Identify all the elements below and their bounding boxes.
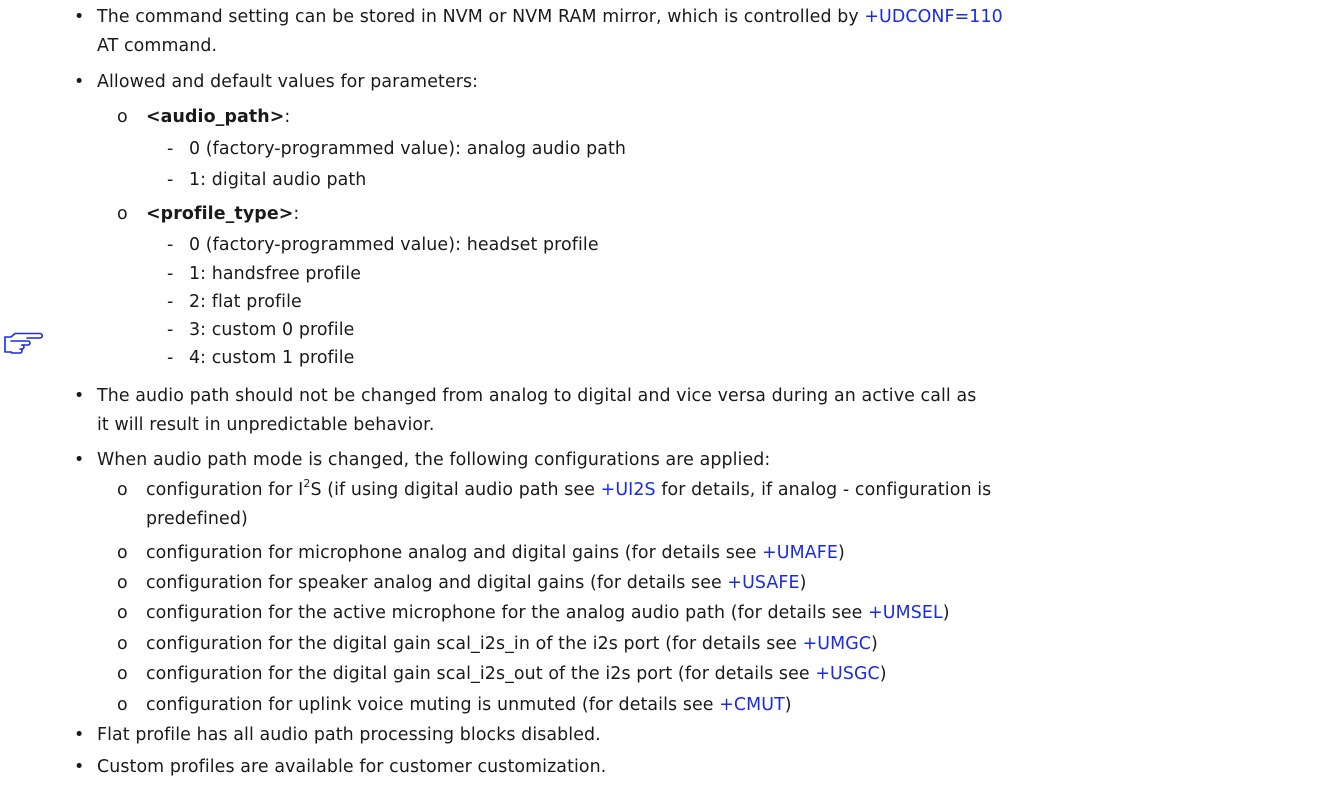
config-item: configuration for speaker analog and dig… [146, 571, 806, 595]
custom-profile-note: Custom profiles are available for custom… [97, 757, 607, 777]
dash-marker: - [167, 320, 174, 340]
audio-path-param: <audio_path>: [146, 105, 290, 129]
link-umsel[interactable]: +UMSEL [868, 603, 943, 623]
config-item: configuration for the active microphone … [146, 601, 950, 625]
profile-type-value: 1: handsfree profile [189, 264, 361, 284]
bullet-marker: • [74, 72, 85, 92]
sub-marker: o [117, 634, 128, 654]
i2s-config-item: configuration for I2S (if using digital … [146, 478, 991, 502]
bullet-marker: • [74, 757, 85, 777]
link-cmut[interactable]: +CMUT [719, 695, 785, 715]
profile-type-value: 4: custom 1 profile [189, 348, 355, 368]
sub-marker: o [117, 480, 128, 500]
link-umafe[interactable]: +UMAFE [762, 543, 838, 563]
dash-marker: - [167, 292, 174, 312]
config-item: configuration for the digital gain scal_… [146, 662, 887, 686]
bullet-marker: • [74, 7, 85, 27]
sub-marker: o [117, 695, 128, 715]
flat-profile-note: Flat profile has all audio path processi… [97, 725, 601, 745]
config-item: configuration for uplink voice muting is… [146, 693, 792, 717]
text-span: ) [837, 543, 845, 563]
text-span: The command setting can be stored in NVM… [97, 7, 865, 27]
sub-marker: o [117, 204, 128, 224]
bullet-marker: • [74, 725, 85, 745]
dash-marker: - [167, 235, 174, 255]
link-usafe[interactable]: +USAFE [727, 573, 799, 593]
mode-change-heading: When audio path mode is changed, the fol… [97, 450, 771, 470]
text-span: S (if using digital audio path see [310, 480, 601, 500]
text-span: configuration for the active microphone … [146, 603, 869, 623]
text-span: for details, if analog - configuration i… [655, 480, 992, 500]
nvm-storage-note: The command setting can be stored in NVM… [97, 5, 1003, 29]
link-usgc[interactable]: +USGC [815, 664, 879, 684]
sub-marker: o [117, 107, 128, 127]
pointing-hand-icon [4, 332, 44, 354]
text-span: ) [799, 573, 807, 593]
text-span: configuration for microphone analog and … [146, 543, 763, 563]
audio-path-value: 0 (factory-programmed value): analog aud… [189, 139, 627, 159]
param-name: <audio_path> [146, 107, 285, 127]
sub-marker: o [117, 603, 128, 623]
sub-marker: o [117, 573, 128, 593]
audio-path-value: 1: digital audio path [189, 170, 367, 190]
profile-type-value: 2: flat profile [189, 292, 302, 312]
text-span: configuration for I [146, 480, 304, 500]
text-span: configuration for the digital gain scal_… [146, 664, 816, 684]
sub-marker: o [117, 543, 128, 563]
param-suffix: : [284, 107, 291, 127]
bullet-marker: • [74, 386, 85, 406]
nvm-storage-note-cont: AT command. [97, 36, 218, 56]
profile-type-param: <profile_type>: [146, 202, 299, 226]
audio-path-warning-cont: it will result in unpredictable behavior… [97, 415, 435, 435]
i2s-config-item-cont: predefined) [146, 509, 248, 529]
text-span: ) [879, 664, 887, 684]
dash-marker: - [167, 348, 174, 368]
profile-type-value: 3: custom 0 profile [189, 320, 355, 340]
allowed-values-heading: Allowed and default values for parameter… [97, 72, 479, 92]
text-span: configuration for speaker analog and dig… [146, 573, 728, 593]
dash-marker: - [167, 139, 174, 159]
link-udconf[interactable]: +UDCONF=110 [864, 7, 1002, 27]
text-span: configuration for the digital gain scal_… [146, 634, 803, 654]
param-name: <profile_type> [146, 204, 294, 224]
text-span: configuration for uplink voice muting is… [146, 695, 720, 715]
config-item: configuration for microphone analog and … [146, 541, 845, 565]
sub-marker: o [117, 664, 128, 684]
dash-marker: - [167, 264, 174, 284]
bullet-marker: • [74, 450, 85, 470]
dash-marker: - [167, 170, 174, 190]
text-span: ) [871, 634, 878, 654]
audio-path-warning: The audio path should not be changed fro… [97, 386, 977, 406]
param-suffix: : [293, 204, 300, 224]
config-item: configuration for the digital gain scal_… [146, 632, 878, 656]
text-span: ) [784, 695, 792, 715]
link-umgc[interactable]: +UMGC [803, 634, 871, 654]
text-span: ) [942, 603, 950, 623]
link-ui2s[interactable]: +UI2S [601, 480, 656, 500]
profile-type-value: 0 (factory-programmed value): headset pr… [189, 235, 599, 255]
